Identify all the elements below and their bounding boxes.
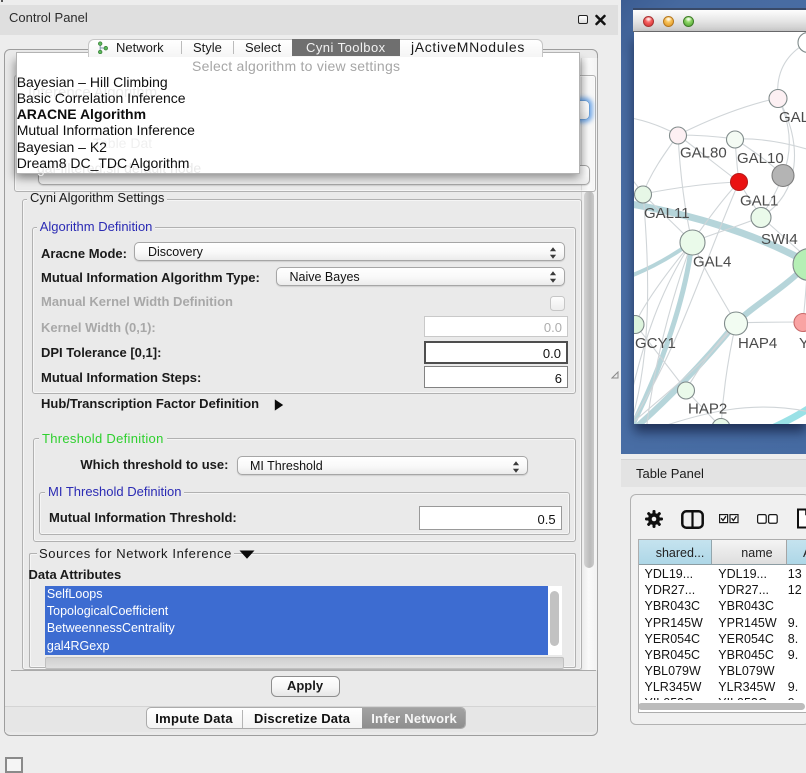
svg-text:HAP4: HAP4 bbox=[738, 335, 777, 352]
svg-text:SWI4: SWI4 bbox=[761, 231, 798, 248]
svg-text:GAL7: GAL7 bbox=[779, 109, 806, 126]
svg-text:GCY1: GCY1 bbox=[635, 335, 676, 352]
svg-text:YM: YM bbox=[799, 335, 806, 352]
svg-text:GAL11: GAL11 bbox=[644, 205, 690, 222]
svg-text:HAP2: HAP2 bbox=[688, 400, 727, 417]
svg-text:GAL10: GAL10 bbox=[737, 150, 784, 167]
svg-text:GAL1: GAL1 bbox=[740, 192, 778, 209]
svg-text:GAL80: GAL80 bbox=[680, 144, 727, 161]
svg-text:GAL4: GAL4 bbox=[693, 253, 731, 270]
